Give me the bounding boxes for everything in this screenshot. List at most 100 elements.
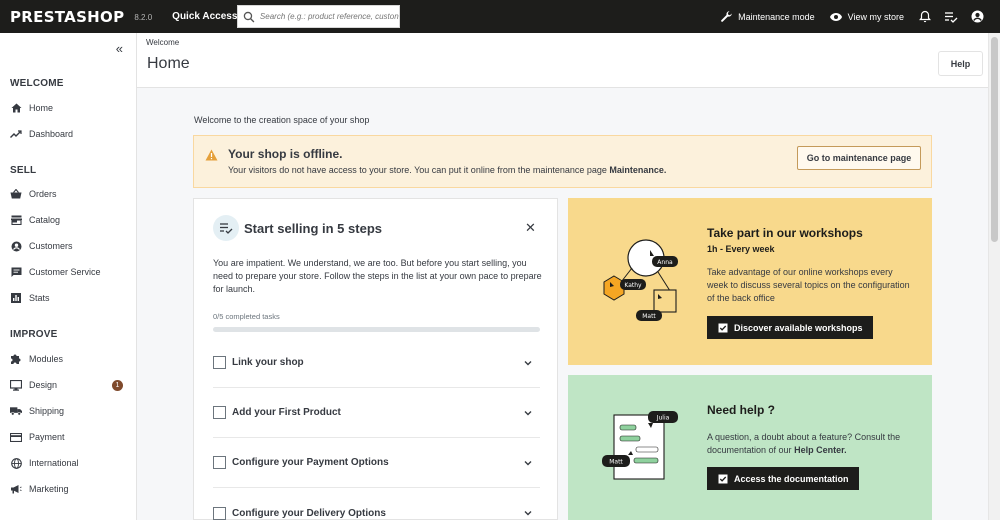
search-input[interactable] [259,12,399,21]
sidebar-item-marketing[interactable]: Marketing [10,480,130,498]
checkbox-icon [718,474,728,483]
welcome-text: Welcome to the creation space of your sh… [194,115,370,125]
steps-title: Start selling in 5 steps [244,221,382,236]
version-label: 8.2.0 [134,13,153,22]
view-store-link[interactable]: View my store [829,12,904,22]
page-header: Welcome Home Help [137,33,988,88]
step-checkbox[interactable] [213,356,226,369]
sidebar-item-label: Customers [29,241,73,251]
sidebar-item-modules[interactable]: Modules [10,350,130,368]
scrollbar-thumb[interactable] [991,37,998,242]
maintenance-mode-link[interactable]: Maintenance mode [720,10,815,23]
step-payment-options[interactable]: Configure your Payment Options [213,438,540,488]
discover-workshops-button[interactable]: Discover available workshops [707,316,873,339]
bar-chart-icon [10,292,22,304]
sidebar-item-label: Dashboard [29,129,74,139]
progress-label: 0/5 completed tasks [213,312,280,321]
discover-workshops-label: Discover available workshops [734,322,863,333]
step-label: Add your First Product [232,407,341,418]
page-scrollbar[interactable] [988,33,1000,520]
sidebar-item-label: International [29,458,79,468]
notification-badge: 1 [112,380,123,391]
sidebar-item-customer-service[interactable]: Customer Service [10,263,130,281]
sidebar-item-home[interactable]: Home [10,99,130,117]
sidebar-item-orders[interactable]: Orders [10,185,130,203]
chevron-down-icon[interactable] [524,359,532,367]
sidebar-item-design[interactable]: Design 1 [10,376,130,394]
steps-description: You are impatient. We understand, we are… [213,258,542,294]
sidebar-item-label: Marketing [29,484,69,494]
sidebar-item-label: Shipping [29,406,65,416]
top-bar: PRESTASHOP 8.2.0 Quick Access Maintenanc… [0,0,1000,33]
help-text: A question, a doubt about a feature? Con… [707,431,912,457]
onboarding-steps-card: Start selling in 5 steps ✕ You are impat… [193,198,558,520]
step-checkbox[interactable] [213,406,226,419]
puzzle-icon [10,353,22,365]
help-center-link-text[interactable]: Help Center. [794,445,847,455]
globe-icon [10,457,22,469]
illustration-label: Anna [657,259,673,266]
step-checkbox[interactable] [213,456,226,469]
megaphone-icon [10,483,22,495]
sidebar-item-payment[interactable]: Payment [10,428,130,446]
sidebar-item-label: Catalog [29,215,61,225]
prestashop-logo[interactable]: PRESTASHOP [10,8,124,26]
access-documentation-label: Access the documentation [734,473,849,484]
alert-text-body: Your visitors do not have access to your… [228,165,607,175]
checklist-icon[interactable] [944,10,958,24]
sidebar-item-stats[interactable]: Stats [10,289,130,307]
step-link-shop[interactable]: Link your shop [213,338,540,388]
sidebar-item-international[interactable]: International [10,454,130,472]
step-delivery-options[interactable]: Configure your Delivery Options [213,488,540,520]
search-icon[interactable] [243,11,255,23]
workshop-illustration: Anna Kathy Matt [603,239,678,321]
progress-bar [213,327,540,332]
notifications-icon[interactable] [918,10,932,24]
page-title: Home [147,55,190,72]
chevron-down-icon[interactable] [524,509,532,517]
illustration-label: Kathy [624,282,642,289]
offline-alert: Your shop is offline. Your visitors do n… [193,135,932,188]
account-icon[interactable] [970,10,984,24]
maintenance-mode-label: Maintenance mode [738,11,815,22]
maintenance-link-text: Maintenance. [609,165,667,175]
close-icon[interactable]: ✕ [525,220,536,236]
access-documentation-button[interactable]: Access the documentation [707,467,859,490]
section-title-welcome: WELCOME [10,78,64,89]
sidebar-item-label: Modules [29,354,64,364]
sidebar-item-label: Customer Service [29,267,101,277]
workshop-card: Anna Kathy Matt Take part in our worksho… [568,198,932,365]
chevron-down-icon[interactable] [524,459,532,467]
step-checkbox[interactable] [213,506,226,520]
illustration-label: Matt [609,459,623,466]
chevron-down-icon[interactable] [524,409,532,417]
help-button[interactable]: Help [938,51,983,76]
sidebar-item-label: Design [29,380,58,390]
sidebar-item-dashboard[interactable]: Dashboard [10,125,130,143]
collapse-sidebar-icon[interactable]: « [116,41,123,56]
sidebar-item-label: Home [29,103,54,113]
desktop-icon [10,379,22,391]
workshop-text: Take advantage of our online workshops e… [707,267,910,303]
view-store-label: View my store [847,11,904,22]
warning-icon [205,149,218,161]
credit-card-icon [10,431,22,443]
step-label: Link your shop [232,357,304,368]
sidebar-item-label: Stats [29,293,50,303]
quick-access-label: Quick Access [172,11,238,22]
sidebar: « WELCOME Home Dashboard SELL Orders Cat… [0,33,137,520]
basket-icon [10,188,22,200]
sidebar-item-shipping[interactable]: Shipping [10,402,130,420]
sidebar-item-customers[interactable]: Customers [10,237,130,255]
checkbox-icon [718,323,728,332]
step-add-product[interactable]: Add your First Product [213,388,540,438]
sidebar-item-label: Payment [29,432,65,442]
sidebar-item-catalog[interactable]: Catalog [10,211,130,229]
checklist-icon [213,215,239,241]
go-to-maintenance-button[interactable]: Go to maintenance page [797,146,921,170]
search-bar[interactable] [237,5,400,28]
truck-icon [10,405,22,417]
home-icon [10,102,22,114]
trending-up-icon [10,128,22,140]
breadcrumb[interactable]: Welcome [146,38,179,47]
